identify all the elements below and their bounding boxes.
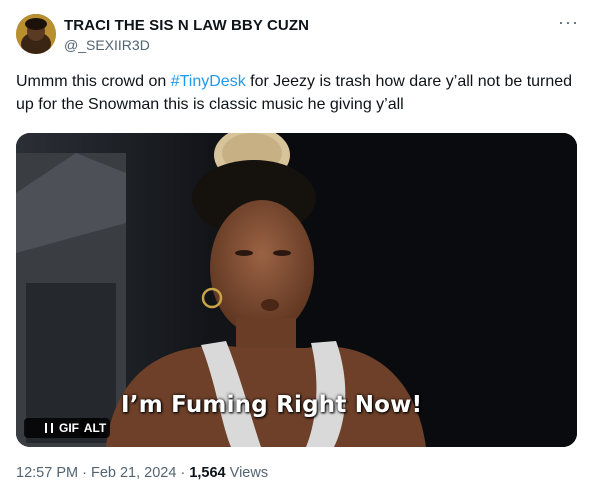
avatar-image (16, 14, 56, 54)
more-options-icon[interactable]: ··· (558, 12, 579, 33)
separator: · (78, 465, 91, 481)
author-handle[interactable]: @_SEXIIR3D (64, 37, 150, 53)
hashtag-link[interactable]: #TinyDesk (171, 73, 246, 90)
views-count: 1,564 (189, 465, 226, 481)
gif-label: GIF (59, 421, 79, 435)
tweet-text-part: Ummm this crowd on (16, 73, 171, 90)
gif-media[interactable]: I’m Fuming Right Now! GIF ALT (16, 133, 577, 447)
author-display-name[interactable]: TRACI THE SIS N LAW BBY CUZN (64, 17, 309, 34)
gif-caption: I’m Fuming Right Now! (121, 392, 423, 418)
tweet-card: TRACI THE SIS N LAW BBY CUZN @_SEXIIR3D … (0, 0, 595, 501)
tweet-time[interactable]: 12:57 PM (16, 465, 78, 481)
tweet-date[interactable]: Feb 21, 2024 (91, 465, 176, 481)
pause-icon (45, 423, 53, 433)
views-label: Views (225, 465, 269, 481)
avatar[interactable] (16, 14, 56, 54)
separator: · (176, 465, 190, 481)
tweet-meta: 12:57 PM · Feb 21, 2024 · 1,564 Views (16, 465, 268, 481)
alt-text-badge[interactable]: ALT (80, 418, 110, 438)
tweet-text: Ummm this crowd on #TinyDesk for Jeezy i… (16, 70, 576, 116)
